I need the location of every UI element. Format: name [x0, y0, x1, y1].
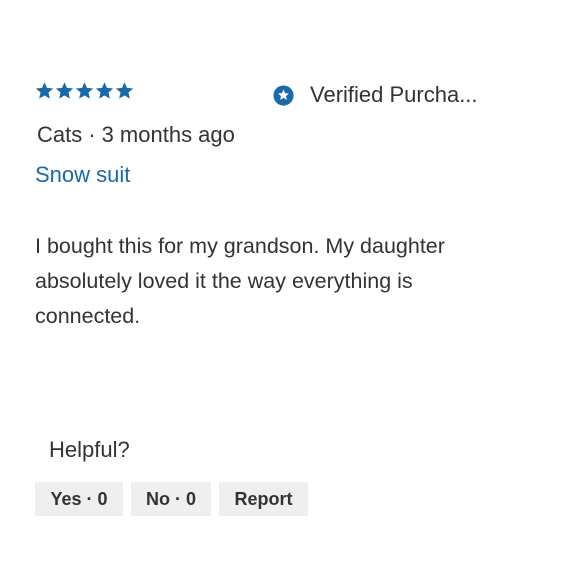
product-link[interactable]: Snow suit [35, 162, 130, 188]
no-count: 0 [185, 488, 196, 509]
yes-count: 0 [97, 488, 108, 509]
verified-badge-icon [273, 84, 294, 106]
no-label: No [145, 488, 170, 509]
star-icon [35, 82, 54, 99]
review-time-ago: 3 months ago [101, 122, 235, 147]
review-author: Cats [37, 122, 83, 147]
helpful-no-button[interactable]: No · 0 [131, 482, 211, 516]
yes-separator: · [86, 488, 93, 509]
meta-separator: · [88, 122, 96, 147]
verified-purchase-label: Verified Purcha... [310, 82, 478, 107]
helpful-yes-button[interactable]: Yes · 0 [35, 482, 123, 516]
helpful-prompt: Helpful? [49, 437, 130, 462]
star-icon [75, 82, 94, 99]
verified-purchase-badge: Verified Purcha... [273, 82, 478, 108]
review-body-text: I bought this for my grandson. My daught… [35, 234, 445, 328]
review-card: Verified Purcha... Cats · 3 months ago Sno… [0, 0, 580, 580]
yes-label: Yes [50, 488, 82, 509]
no-separator: · [174, 488, 181, 509]
report-button[interactable]: Report [219, 482, 308, 516]
star-icon [55, 82, 74, 99]
report-label: Report [234, 488, 293, 509]
star-icon [95, 82, 114, 99]
star-icon [115, 82, 134, 99]
review-meta: Cats · 3 months ago [37, 122, 235, 148]
feedback-actions: Yes · 0 No · 0 Report [35, 482, 308, 516]
star-rating [35, 81, 134, 100]
